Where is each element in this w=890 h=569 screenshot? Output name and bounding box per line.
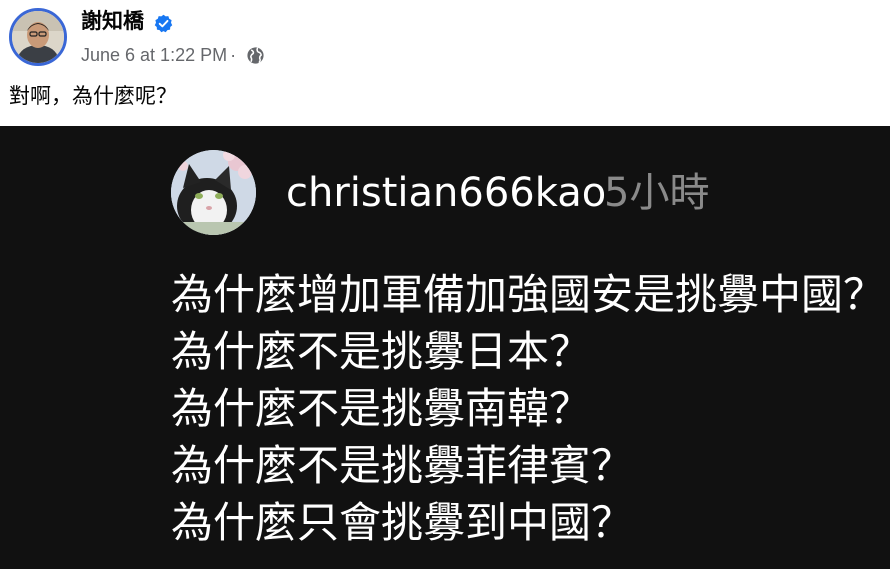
author-name[interactable]: 謝知橋	[81, 7, 144, 35]
comment-line: 為什麼不是挑釁南韓？	[171, 384, 592, 433]
comment-line: 為什麼不是挑釁菲律賓？	[171, 441, 634, 490]
commenter-username: christian666kao	[286, 170, 607, 216]
verified-badge-icon	[154, 14, 173, 33]
comment-time: 5小時	[604, 170, 710, 216]
comment-line: 為什麼不是挑釁日本？	[171, 327, 592, 376]
post-timestamp[interactable]: June 6 at 1:22 PM	[81, 45, 227, 65]
post-text: 對啊，為什麼呢？	[9, 84, 177, 108]
comment-body: 為什麼增加軍備加強國安是挑釁中國？ 為什麼不是挑釁日本？ 為什麼不是挑釁南韓？ …	[171, 266, 885, 551]
comment-line: 為什麼增加軍備加強國安是挑釁中國？	[171, 270, 886, 319]
comment-line: 為什麼只會挑釁到中國？	[171, 498, 634, 547]
author-avatar[interactable]	[9, 8, 67, 66]
post-header: 謝知橋 June 6 at 1:22 PM · 對啊，為什麼呢？	[0, 0, 890, 108]
cat-avatar-icon	[171, 150, 256, 235]
post-media-image[interactable]: christian666kao 5小時 為什麼增加軍備加強國安是挑釁中國？ 為什…	[0, 126, 890, 569]
globe-icon[interactable]	[246, 46, 265, 65]
post-meta: June 6 at 1:22 PM ·	[81, 43, 239, 67]
avatar-photo-icon	[12, 11, 64, 63]
commenter-avatar	[171, 150, 256, 235]
meta-separator: ·	[230, 45, 237, 65]
